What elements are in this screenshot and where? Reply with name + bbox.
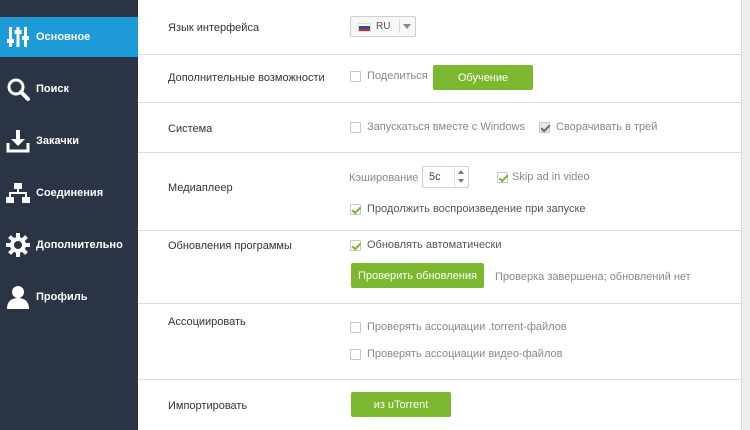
russia-flag-icon — [358, 23, 371, 32]
torrent-assoc-checkbox[interactable] — [350, 322, 361, 333]
network-icon — [0, 173, 36, 213]
media-player-label: Медиаплеер — [168, 182, 233, 194]
check-updates-button[interactable]: Проверить обновления — [351, 263, 484, 288]
media-player-row: Медиаплеер Кэширование Skip ad in video … — [138, 153, 741, 231]
sidebar-item-label: Дополнительно — [36, 239, 123, 251]
tutorial-button[interactable]: Обучение — [433, 65, 533, 90]
torrent-assoc-label: Проверять ассоциации .torrent-файлов — [367, 321, 567, 333]
language-row: Язык интерфейса RU — [138, 0, 741, 55]
sidebar-item-label: Закачки — [36, 135, 80, 147]
sidebar: Основное Поиск Закачки Соединения Дополн… — [0, 0, 138, 430]
import-row: Импортировать из uTorrent — [138, 380, 741, 430]
extras-row: Дополнительные возможности Поделиться Об… — [138, 55, 741, 103]
sidebar-item-label: Профиль — [36, 291, 88, 303]
user-icon — [0, 277, 36, 317]
import-utorrent-button[interactable]: из uTorrent — [351, 392, 451, 417]
sidebar-item-label: Поиск — [36, 83, 70, 95]
sliders-icon — [0, 17, 36, 57]
caching-stepper[interactable]: 5с — [422, 166, 469, 188]
skip-ad-checkbox[interactable] — [497, 172, 508, 183]
resume-checkbox[interactable] — [350, 204, 361, 215]
import-label: Импортировать — [168, 400, 248, 412]
associate-label: Ассоциировать — [168, 316, 246, 328]
sidebar-item-profile[interactable]: Профиль — [0, 277, 138, 317]
caching-value: 5с — [429, 171, 441, 183]
language-select[interactable]: RU — [350, 16, 416, 37]
autostart-label: Запускаться вместе с Windows — [367, 121, 525, 133]
sidebar-item-downloads[interactable]: Закачки — [0, 121, 138, 161]
extras-label: Дополнительные возможности — [168, 72, 325, 84]
caching-label: Кэширование — [349, 172, 419, 184]
share-label: Поделиться — [367, 70, 428, 82]
language-value: RU — [376, 21, 391, 32]
updates-label: Обновления программы — [168, 240, 292, 252]
system-label: Система — [168, 123, 213, 135]
video-assoc-checkbox[interactable] — [350, 349, 361, 360]
skip-ad-label: Skip ad in video — [512, 171, 590, 183]
updates-row: Обновления программы Обновлять автоматич… — [138, 231, 741, 304]
settings-panel: Язык интерфейса RU Дополнительные возмож… — [138, 0, 741, 430]
stepper-down-icon[interactable] — [458, 179, 464, 183]
tray-label: Сворачивать в трей — [556, 121, 658, 133]
share-checkbox[interactable] — [350, 71, 361, 82]
sidebar-item-advanced[interactable]: Дополнительно — [0, 225, 138, 265]
autostart-checkbox[interactable] — [350, 122, 361, 133]
tray-checkbox[interactable] — [539, 122, 550, 133]
update-status: Проверка завершена; обновлений нет — [495, 271, 691, 283]
stepper-up-icon[interactable] — [458, 170, 464, 174]
language-label: Язык интерфейса — [168, 22, 260, 34]
associate-row: Ассоциировать Проверять ассоциации .torr… — [138, 304, 741, 380]
resume-label: Продолжить воспроизведение при запуске — [367, 203, 586, 215]
sidebar-item-connections[interactable]: Соединения — [0, 173, 138, 213]
video-assoc-label: Проверять ассоциации видео-файлов — [367, 348, 563, 360]
sidebar-item-search[interactable]: Поиск — [0, 69, 138, 109]
chevron-down-icon — [403, 24, 411, 29]
gear-icon — [0, 225, 36, 265]
sidebar-item-label: Основное — [36, 31, 91, 43]
auto-update-checkbox[interactable] — [350, 240, 361, 251]
search-icon — [0, 69, 36, 109]
download-icon — [0, 121, 36, 161]
sidebar-item-general[interactable]: Основное — [0, 17, 138, 57]
sidebar-item-label: Соединения — [36, 187, 104, 199]
scrollbar-track[interactable] — [741, 0, 750, 430]
system-row: Система Запускаться вместе с Windows Сво… — [138, 103, 741, 153]
auto-update-label: Обновлять автоматически — [367, 239, 502, 251]
